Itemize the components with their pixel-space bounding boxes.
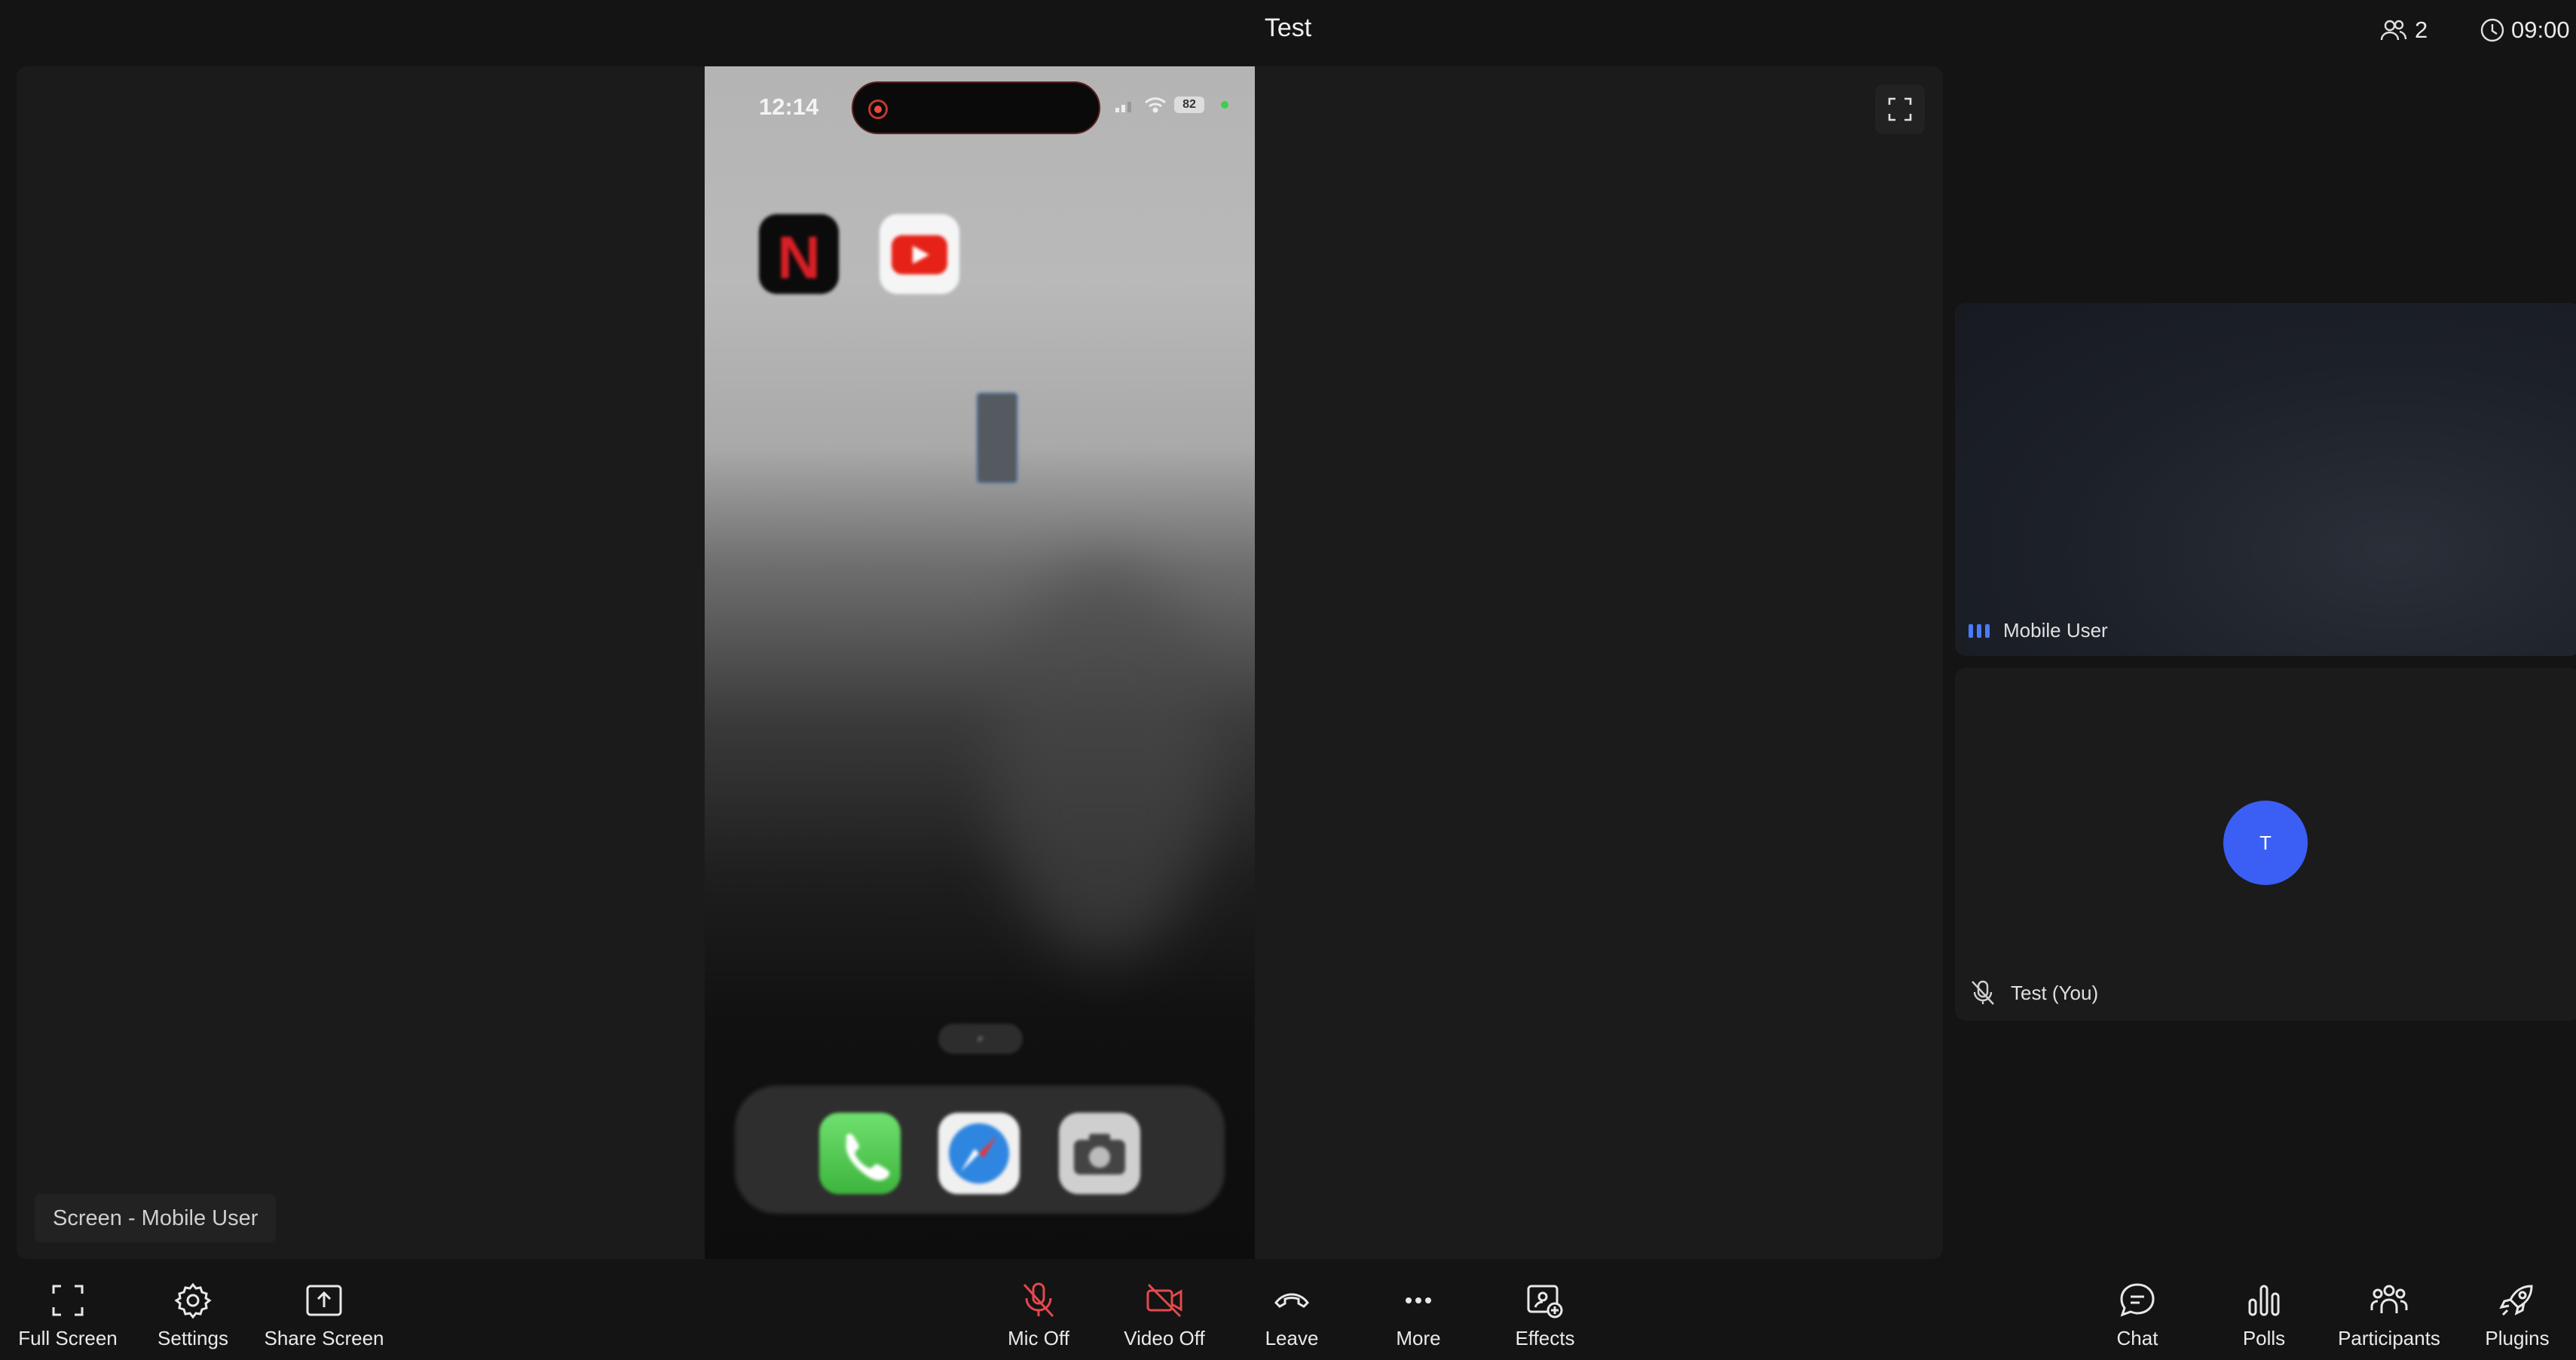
participant-name-tag: Mobile User — [1969, 619, 2108, 642]
leave-icon — [1274, 1293, 1309, 1308]
toolbar-label: Full Screen — [18, 1327, 118, 1349]
green-dot-icon — [1221, 101, 1228, 109]
timer-value: 09:00 — [2511, 17, 2570, 43]
screen-share-stage: 12:14 82 N ⌕ Screen - Mobile User — [17, 66, 1943, 1259]
toolbar-label: Chat — [2116, 1327, 2158, 1349]
widget-thumbnail — [976, 392, 1018, 484]
plugins-button[interactable]: Plugins — [2472, 1267, 2562, 1360]
polls-icon — [2248, 1285, 2280, 1316]
dynamic-island — [852, 81, 1100, 134]
toolbar-label: Share Screen — [264, 1327, 384, 1349]
battery-icon: 82 — [1174, 96, 1204, 113]
toolbar-label: More — [1396, 1327, 1441, 1349]
toolbar-label: Participants — [2338, 1327, 2440, 1349]
mic-off-icon — [1023, 1282, 1054, 1318]
participants-icon — [2370, 1285, 2408, 1313]
rocket-icon — [2499, 1285, 2533, 1316]
video-off-button[interactable]: Video Off — [1115, 1267, 1213, 1360]
meeting-title: Test — [1264, 14, 1312, 42]
participants-button[interactable]: Participants — [2336, 1267, 2442, 1360]
clock-icon — [2480, 18, 2504, 42]
toolbar-label: Effects — [1515, 1327, 1575, 1349]
polls-button[interactable]: Polls — [2219, 1267, 2309, 1360]
leave-button[interactable]: Leave — [1247, 1267, 1337, 1360]
fullscreen-icon — [52, 1285, 84, 1316]
audio-level-icon — [1969, 623, 1990, 638]
toolbar-label: Polls — [2242, 1327, 2286, 1349]
wallpaper-blur — [991, 564, 1217, 956]
participants-icon — [2380, 20, 2407, 41]
chat-icon — [2120, 1283, 2155, 1317]
expand-icon — [1888, 97, 1912, 121]
effects-button[interactable]: Effects — [1500, 1267, 1590, 1360]
wifi-icon — [1145, 97, 1166, 113]
toolbar-label: Leave — [1265, 1327, 1319, 1349]
mic-muted-icon — [1972, 980, 1994, 1005]
chat-button[interactable]: Chat — [2092, 1267, 2183, 1360]
share-screen-icon — [306, 1285, 342, 1316]
participant-count[interactable]: 2 — [2380, 15, 2428, 45]
phone-status-icons: 82 — [1115, 96, 1228, 113]
safari-icon — [938, 1113, 1020, 1194]
participant-count-value: 2 — [2415, 17, 2428, 43]
gear-icon — [174, 1282, 212, 1319]
participant-name: Test (You) — [2011, 981, 2099, 1004]
netflix-icon: N — [759, 214, 839, 294]
phone-status-time: 12:14 — [759, 93, 819, 120]
search-pill: ⌕ — [938, 1024, 1023, 1054]
stage-fullscreen-button[interactable] — [1875, 84, 1925, 134]
cellular-icon — [1115, 102, 1131, 112]
participant-name-tag: Test (You) — [1969, 979, 2098, 1007]
toolbar-label: Plugins — [2485, 1327, 2550, 1349]
phone-icon — [819, 1113, 901, 1194]
participant-tile-mobile-user[interactable]: Mobile User — [1955, 303, 2576, 656]
youtube-icon — [880, 214, 959, 294]
video-off-icon — [1146, 1283, 1182, 1318]
effects-icon — [1527, 1285, 1563, 1319]
avatar: T — [2223, 801, 2308, 885]
more-button[interactable]: More — [1373, 1267, 1464, 1360]
share-screen-button[interactable]: Share Screen — [264, 1267, 384, 1360]
mic-off-button[interactable]: Mic Off — [993, 1267, 1084, 1360]
toolbar-label: Settings — [158, 1327, 228, 1349]
bottom-toolbar: Full Screen Settings Share Screen Mic Of… — [0, 1267, 2576, 1360]
participant-tile-self[interactable]: T Test (You) — [1955, 668, 2576, 1021]
more-icon — [1406, 1297, 1431, 1303]
camera-icon — [1059, 1113, 1140, 1194]
recording-indicator-icon — [868, 100, 888, 119]
meeting-timer: 09:00 — [2480, 15, 2570, 45]
toolbar-label: Mic Off — [1008, 1327, 1069, 1349]
top-bar: Test 2 09:00 — [0, 0, 2576, 63]
stage-label: Screen - Mobile User — [35, 1194, 277, 1242]
settings-button[interactable]: Settings — [148, 1267, 238, 1360]
shared-phone-screen: 12:14 82 N ⌕ — [705, 66, 1255, 1259]
toolbar-label: Video Off — [1124, 1327, 1205, 1349]
participant-name: Mobile User — [2003, 619, 2108, 642]
full-screen-button[interactable]: Full Screen — [15, 1267, 121, 1360]
